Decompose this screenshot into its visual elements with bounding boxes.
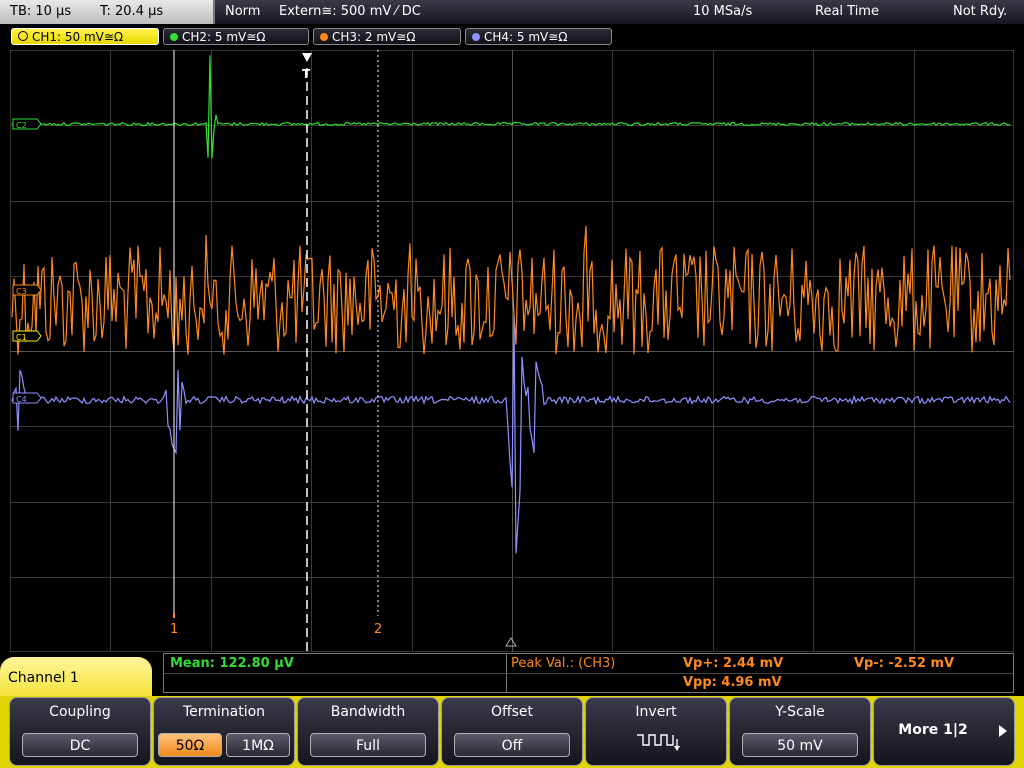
waveform-display[interactable]: 1 2 T C2 C3 C1 C4 — [10, 50, 1014, 652]
y-scale-value[interactable]: 50 mV — [742, 733, 858, 757]
timebase-readout: TB: 10 µs — [10, 4, 72, 19]
ch2-level-marker[interactable]: C2 — [12, 118, 42, 130]
trigger-mode: Norm — [225, 4, 261, 19]
ch1-level-marker[interactable]: C1 — [12, 330, 42, 342]
trigger-panel[interactable]: Norm Extern≅: 500 mV ⁄ DC 10 MSa/s Real … — [215, 0, 1024, 24]
termination-title: Termination — [182, 704, 266, 720]
bandwidth-softkey[interactable]: Bandwidth Full — [297, 697, 439, 766]
invert-title: Invert — [635, 704, 677, 720]
acquisition-state: Not Rdy. — [953, 4, 1008, 19]
ch2-marker-label: C2 — [16, 121, 27, 130]
tab-ch4[interactable]: CH4: 5 mV≅Ω — [465, 28, 612, 45]
ch3-marker-label: C3 — [16, 287, 27, 296]
timebase-panel[interactable]: TB: 10 µs T: 20.4 µs — [0, 0, 215, 24]
measurement-panel[interactable]: Mean: 122.80 µV Peak Val.: (CH3) Vp+: 2.… — [163, 653, 1014, 693]
dot-icon — [170, 33, 178, 41]
peak-value-label: Peak Val.: (CH3) — [511, 656, 616, 671]
coupling-softkey[interactable]: Coupling DC — [9, 697, 151, 766]
trigger-marker: T — [302, 67, 311, 81]
menu-title-text: Channel 1 — [8, 670, 79, 686]
y-scale-softkey[interactable]: Y-Scale 50 mV — [729, 697, 871, 766]
y-scale-title: Y-Scale — [775, 704, 825, 720]
ch3-level-marker[interactable]: C3 — [12, 284, 42, 296]
bandwidth-title: Bandwidth — [330, 704, 406, 720]
offset-title: Offset — [490, 704, 534, 720]
cursor-2-label[interactable]: 2 — [374, 622, 382, 637]
offset-softkey[interactable]: Offset Off — [441, 697, 583, 766]
vpp-readout: Vpp: 4.96 mV — [683, 675, 782, 690]
dot-icon — [320, 33, 328, 41]
status-bar: TB: 10 µs T: 20.4 µs Norm Extern≅: 500 m… — [0, 0, 1024, 24]
coupling-title: Coupling — [49, 704, 111, 720]
inverted-square-wave-icon — [637, 734, 680, 751]
trigger-time-readout: T: 20.4 µs — [100, 4, 164, 19]
coupling-value[interactable]: DC — [22, 733, 138, 757]
tab-ch2[interactable]: CH2: 5 mV≅Ω — [163, 28, 309, 45]
sample-rate: 10 MSa/s — [693, 4, 753, 19]
divider — [164, 673, 1013, 674]
tab-ch1[interactable]: CH1: 50 mV≅Ω — [11, 28, 159, 45]
tab-ch3[interactable]: CH3: 2 mV≅Ω — [313, 28, 461, 45]
ch4-level-marker[interactable]: C4 — [12, 392, 42, 404]
offset-value[interactable]: Off — [454, 733, 570, 757]
arrow-right-icon — [999, 725, 1007, 737]
menu-title: Channel 1 — [0, 657, 152, 697]
dot-icon — [472, 33, 480, 41]
trigger-source: Extern≅: 500 mV ⁄ DC — [279, 4, 421, 19]
circle-icon — [18, 31, 28, 41]
bandwidth-value[interactable]: Full — [310, 733, 426, 757]
tab-ch3-label: CH3: 2 mV≅Ω — [332, 30, 416, 44]
more-label: More 1|2 — [898, 722, 968, 738]
tab-ch1-label: CH1: 50 mV≅Ω — [32, 30, 124, 44]
termination-1m-ohm[interactable]: 1MΩ — [226, 733, 290, 757]
more-softkey[interactable]: More 1|2 — [873, 697, 1015, 766]
vp-plus-readout: Vp+: 2.44 mV — [683, 656, 784, 671]
acquisition-mode: Real Time — [815, 4, 879, 19]
ch4-marker-label: C4 — [16, 395, 27, 404]
termination-softkey[interactable]: Termination 50Ω 1MΩ — [153, 697, 295, 766]
vp-minus-readout: Vp-: -2.52 mV — [854, 656, 955, 671]
tab-ch4-label: CH4: 5 mV≅Ω — [484, 30, 568, 44]
cursor-1-label[interactable]: 1 — [170, 622, 178, 637]
channel-tabs: CH1: 50 mV≅Ω CH2: 5 mV≅Ω CH3: 2 mV≅Ω CH4… — [0, 24, 1024, 48]
tab-ch2-label: CH2: 5 mV≅Ω — [182, 30, 266, 44]
invert-softkey[interactable]: Invert — [585, 697, 727, 766]
termination-50-ohm[interactable]: 50Ω — [158, 733, 222, 757]
ch1-marker-label: C1 — [16, 333, 27, 342]
mean-readout: Mean: 122.80 µV — [170, 656, 294, 671]
